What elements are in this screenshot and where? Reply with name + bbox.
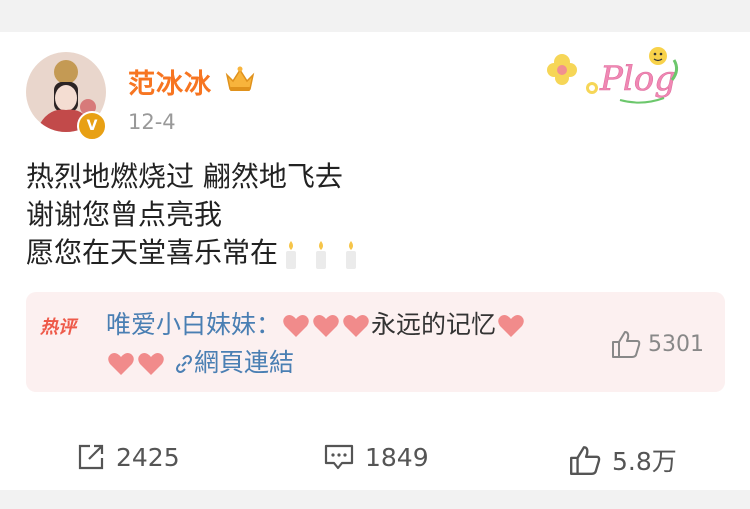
comment-user[interactable]: 唯爱小白妹妹： [106, 310, 281, 339]
comment-content: 永远的记忆 [371, 310, 497, 339]
heart-icon [283, 315, 309, 337]
hot-comment[interactable]: 热评 唯爱小白妹妹： 永远的记忆 網頁連結 5301 [26, 292, 725, 392]
share-icon [78, 444, 104, 470]
svg-text:Plog: Plog [599, 59, 676, 99]
heart-icon [343, 315, 369, 337]
hot-comment-text: 唯爱小白妹妹： 永远的记忆 網頁連結 [106, 306, 596, 382]
heart-icon [313, 315, 339, 337]
heart-icon [498, 315, 524, 337]
share-button[interactable]: 2425 [76, 442, 180, 472]
hot-comment-like-count: 5301 [648, 331, 704, 357]
heart-icon [138, 353, 164, 375]
verified-badge-icon: V [77, 111, 107, 141]
candle-icon [286, 241, 297, 269]
link-label: 網頁連結 [193, 348, 294, 377]
comment-icon [324, 444, 354, 470]
hot-comment-tag: 热评 [40, 317, 76, 338]
post-body: 热烈地燃烧过 翩然地飞去 谢谢您曾点亮我 愿您在天堂喜乐常在 [26, 158, 372, 272]
post-line: 热烈地燃烧过 翩然地飞去 [26, 160, 343, 193]
comment-button[interactable]: 1849 [323, 442, 429, 472]
post-line: 愿您在天堂喜乐常在 [26, 234, 372, 272]
plog-sticker-icon: Plog [547, 47, 679, 104]
author-name[interactable]: 范冰冰 [128, 62, 212, 101]
post-line: 谢谢您曾点亮我 [26, 198, 223, 231]
action-bar: 2425 1849 5.8万 [0, 420, 750, 490]
post-line-text: 愿您在天堂喜乐常在 [26, 236, 279, 269]
like-button[interactable]: 5.8万 [568, 442, 677, 478]
candle-icon [316, 241, 327, 269]
link-icon [175, 355, 192, 373]
web-link[interactable]: 網頁連結 [174, 348, 294, 377]
candle-icon [346, 241, 357, 269]
thumbs-up-icon [612, 331, 641, 358]
candle-emojis [282, 235, 372, 273]
thumbs-up-icon [570, 446, 601, 475]
crown-icon [225, 66, 255, 91]
comment-count: 1849 [365, 442, 429, 472]
hot-comment-like-button[interactable]: 5301 [610, 329, 704, 359]
like-count: 5.8万 [612, 447, 677, 476]
share-count: 2425 [116, 442, 180, 472]
heart-icon [108, 353, 134, 375]
post-date: 12-4 [128, 110, 176, 134]
